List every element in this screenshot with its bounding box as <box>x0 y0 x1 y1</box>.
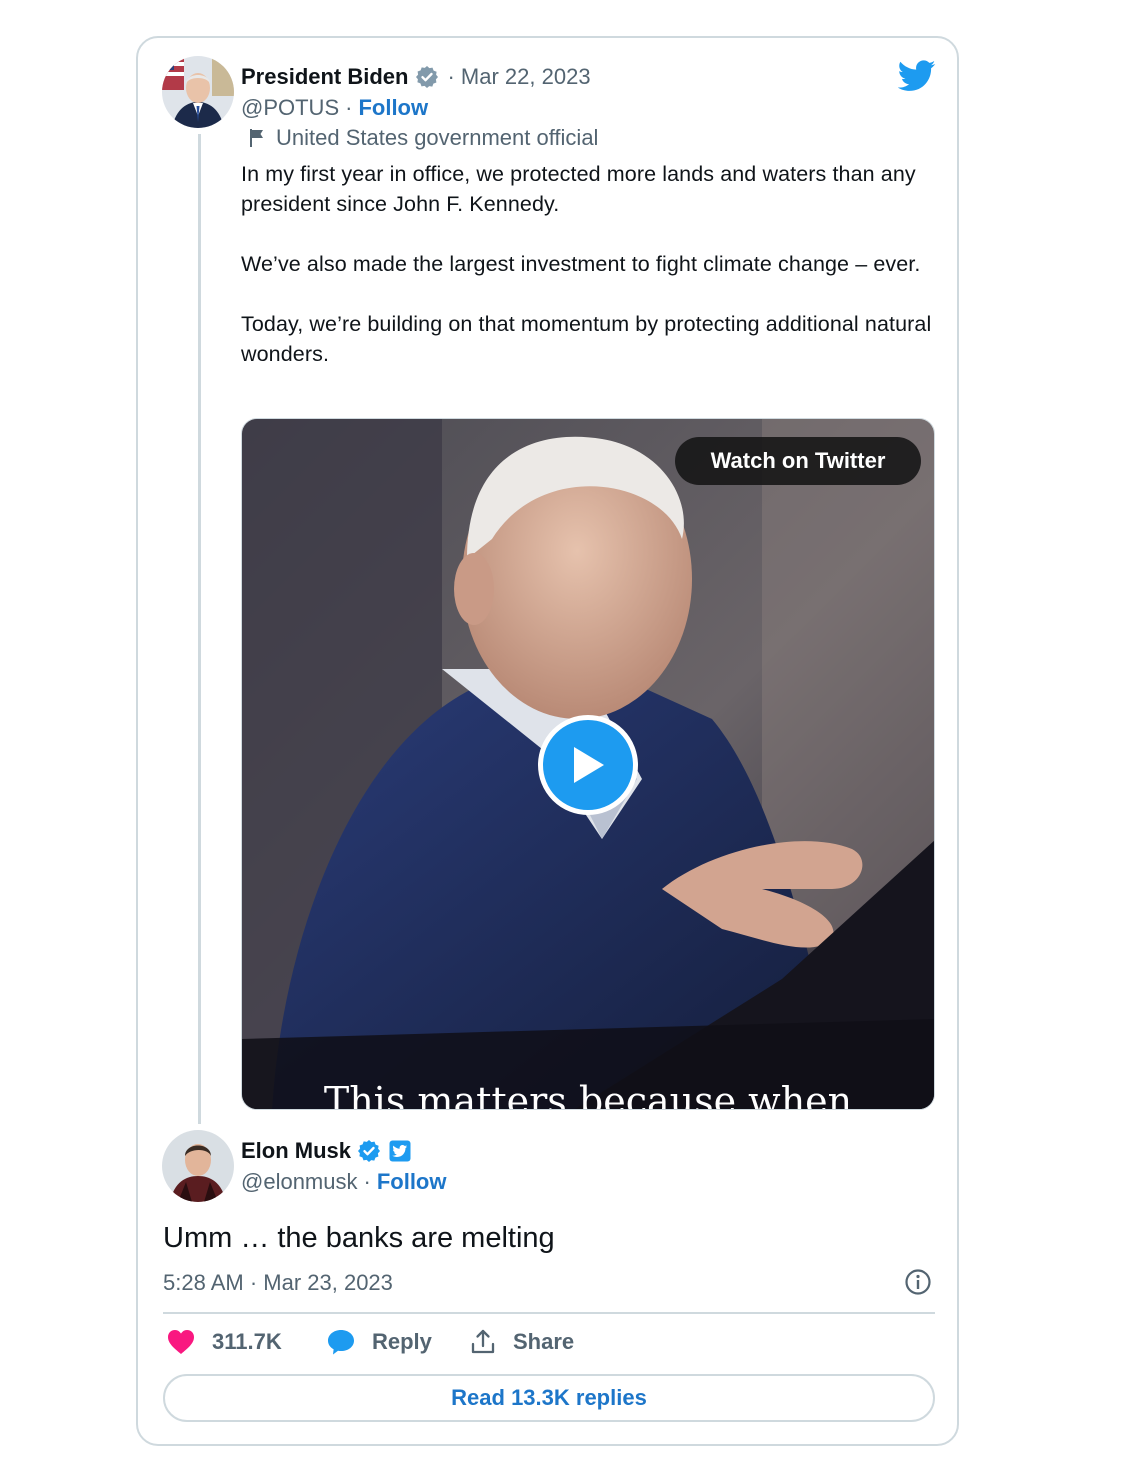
embedded-tweet-card: President Biden · Mar 22, 2023 @POTUS · … <box>136 36 959 1446</box>
tweet-body-text: In my first year in office, we protected… <box>241 162 932 366</box>
author-name[interactable]: President Biden <box>241 64 408 90</box>
reply-label: Reply <box>372 1329 432 1354</box>
reply-author-handle[interactable]: @elonmusk <box>241 1169 358 1195</box>
verified-badge-icon <box>357 1139 381 1163</box>
share-label: Share <box>513 1329 575 1354</box>
share-icon <box>469 1328 497 1356</box>
like-button[interactable]: 311.7K <box>166 1328 282 1356</box>
info-icon[interactable] <box>904 1268 932 1301</box>
share-button[interactable]: Share <box>469 1328 574 1356</box>
tweet-date[interactable]: · Mar 22, 2023 <box>447 64 590 90</box>
biden-avatar[interactable] <box>162 56 234 128</box>
reply-bubble-icon <box>326 1328 356 1356</box>
divider <box>163 1312 935 1314</box>
account-label: United States government official <box>276 125 599 150</box>
separator-dot: · <box>345 95 353 120</box>
follow-button[interactable]: Follow <box>358 95 428 121</box>
reply-body-text: Umm … the banks are melting <box>163 1222 555 1254</box>
reply-timestamp[interactable]: 5:28 AM · Mar 23, 2023 <box>163 1270 393 1296</box>
twitter-bird-icon[interactable] <box>897 60 936 97</box>
video-caption: This matters because when <box>323 1079 853 1110</box>
read-replies-button[interactable]: Read 13.3K replies <box>163 1374 935 1422</box>
thread-connector-line <box>198 134 201 1124</box>
play-icon[interactable] <box>538 715 638 815</box>
watch-on-twitter-button[interactable]: Watch on Twitter <box>675 437 921 485</box>
author-handle[interactable]: @POTUS <box>241 95 339 121</box>
heart-icon <box>166 1328 196 1356</box>
musk-avatar[interactable] <box>162 1130 234 1202</box>
video-thumbnail[interactable]: Watch on Twitter This matters because wh… <box>241 418 935 1110</box>
reply-button[interactable]: Reply <box>326 1328 432 1356</box>
twitter-affiliate-badge-icon <box>389 1140 411 1162</box>
follow-button[interactable]: Follow <box>377 1169 447 1195</box>
verified-badge-icon <box>415 65 439 89</box>
separator-dot: · <box>363 1169 371 1194</box>
reply-author-name[interactable]: Elon Musk <box>241 1138 351 1164</box>
like-count: 311.7K <box>212 1329 282 1354</box>
flag-icon <box>248 128 266 148</box>
